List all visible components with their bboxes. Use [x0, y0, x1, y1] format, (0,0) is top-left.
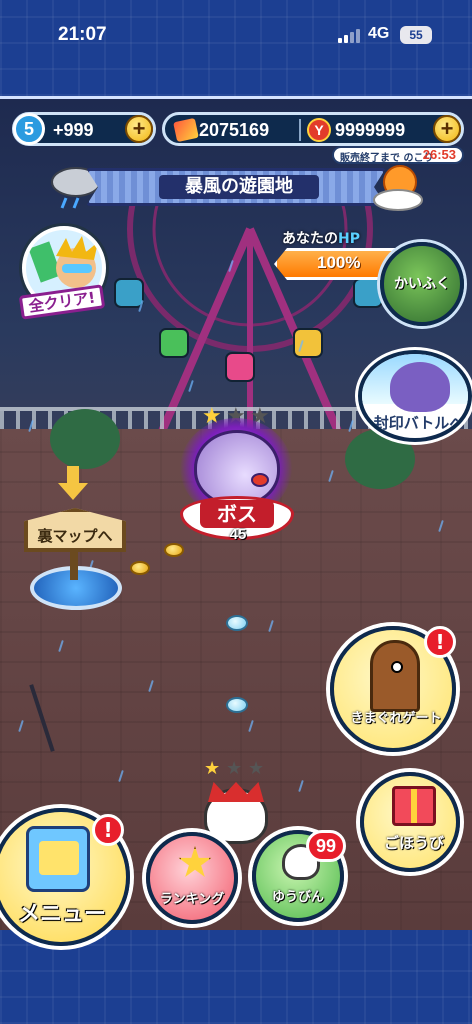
down-arrow-icon — [58, 466, 88, 500]
stage-title: 暴風の遊園地 — [159, 175, 319, 199]
star-icon: ★ — [204, 758, 221, 779]
menu-label: メニュー — [17, 902, 106, 927]
boss-label: ボス — [200, 500, 274, 528]
coins-value: 2075169 — [199, 120, 270, 140]
tree — [50, 409, 120, 469]
top-border-band — [0, 0, 472, 96]
boss-eye — [251, 473, 269, 487]
gate-label: きまぐれゲート — [350, 711, 442, 726]
network-type: 4G — [368, 25, 390, 42]
seal-battle-button[interactable]: 封印バトルへ — [358, 350, 472, 442]
player-character: ★ ★ ★ — [198, 758, 276, 848]
battery-icon: 55 — [400, 26, 432, 44]
divider — [299, 119, 301, 141]
hp-value: 100% — [317, 253, 361, 272]
star-icon: ★ — [248, 758, 265, 779]
door-eye — [391, 661, 403, 673]
player-hp-panel: あなたのHP 100% かいふく — [268, 228, 464, 328]
yokai-pad-icon — [26, 826, 90, 892]
coin-ticket-icon — [173, 117, 199, 143]
status-time: 21:07 — [58, 24, 107, 45]
sign-post — [70, 550, 78, 580]
path-node — [226, 697, 248, 713]
all-clear-badge[interactable]: 全クリア! — [14, 226, 110, 326]
coin-node — [130, 561, 150, 575]
hp-title: あなたのHP — [282, 231, 360, 247]
path-node — [226, 615, 248, 631]
stamina-value: +999 — [53, 120, 94, 140]
boss-node[interactable]: ★ ★ ★ ボス 45 — [178, 400, 298, 550]
stamina-counter: 5 +999 + — [12, 112, 156, 146]
mail-count-badge: 99 — [306, 830, 346, 862]
heal-button[interactable]: かいふく — [380, 242, 464, 326]
pad-screen — [39, 841, 79, 875]
yokai-face-icon — [390, 362, 450, 412]
hidden-map-label: 裏マップへ — [24, 508, 126, 552]
reward-button[interactable]: ごほうび — [360, 772, 460, 872]
stamina-level: 5 — [13, 113, 45, 145]
boss-yokai-icon — [194, 430, 280, 506]
mail-label: ゆうびん — [271, 890, 324, 905]
ymoney-value: 9999999 — [335, 120, 406, 140]
ranking-label: ランキング — [159, 892, 225, 907]
seal-battle-label: 封印バトルへ — [373, 414, 465, 432]
boss-level: 45 — [229, 526, 247, 543]
gate-alert-badge: ! — [424, 626, 456, 658]
ranking-button[interactable]: ランキング — [146, 832, 238, 924]
top-hud: 5 +999 + 2075169 Y 9999999 + — [8, 110, 464, 148]
sun-cloud-icon — [373, 165, 423, 211]
gift-box-icon — [392, 786, 436, 826]
reward-label: ごほうび — [383, 834, 444, 852]
cellular-signal-icon — [338, 29, 360, 43]
star-icon: ★ — [226, 758, 243, 779]
trophy-star-icon — [178, 846, 212, 877]
currency-counter: 2075169 Y 9999999 + — [162, 112, 464, 146]
ymoney-icon: Y — [307, 118, 331, 142]
door-icon — [370, 640, 420, 712]
add-currency-button[interactable]: + — [433, 115, 461, 143]
player-horns — [208, 782, 264, 802]
menu-alert-badge: ! — [92, 814, 124, 846]
hidden-map-sign[interactable]: 裏マップへ — [20, 466, 130, 612]
stage-banner: 暴風の遊園地 — [86, 168, 386, 206]
add-stamina-button[interactable]: + — [125, 115, 153, 143]
